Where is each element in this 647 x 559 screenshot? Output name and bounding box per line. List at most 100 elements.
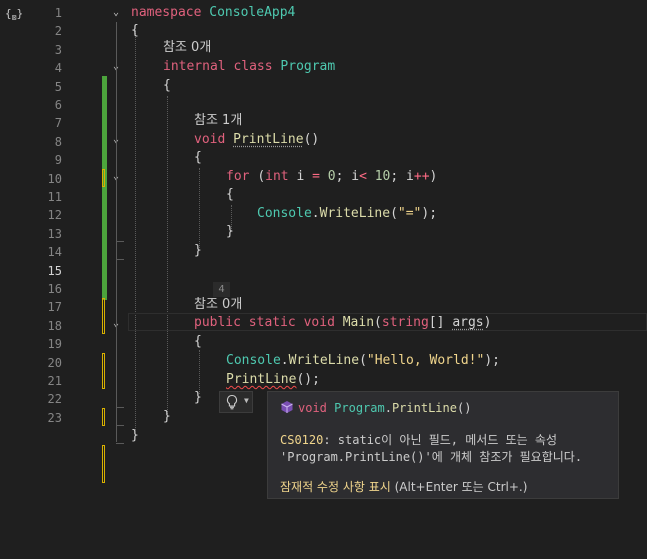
brace: { [194,150,202,165]
keyword: namespace [131,5,202,20]
fold-end [116,241,124,242]
code-line-19[interactable]: } [194,389,202,407]
line-number: 21 [47,374,62,388]
line-number: 13 [47,226,62,241]
fold-end [116,443,124,444]
code-line-16[interactable]: { [194,333,202,351]
code-line-9[interactable]: { [226,186,234,204]
operator: < [359,169,367,184]
line-number: 1 [54,6,62,20]
lightbulb-icon [226,394,238,410]
line-number: 14 [47,245,62,260]
paren: ( [359,353,367,368]
line-number: 8 [54,134,62,149]
paren: ); [421,206,438,221]
line-number: 16 [47,282,62,296]
indent-guide [135,30,136,430]
brace: } [226,224,234,239]
dot: . [280,353,289,368]
keyword: void [298,401,327,415]
reference-count-badge[interactable]: 4 [213,282,230,297]
line-number: 10 [47,171,62,186]
show-potential-fixes-link[interactable]: 잠재적 수정 사항 표시 [280,480,391,494]
method-name: WriteLine [319,206,391,221]
error-text-line2: 'Program.PrintLine()'에 개체 참조가 필요합니다. [280,450,583,464]
line-number: 9 [54,153,62,168]
code-line-17[interactable]: Console.WriteLine("Hello, World!"); [226,352,500,370]
keyword: for [226,169,250,184]
code-line-18[interactable]: PrintLine(); [226,371,320,389]
code-lens-references[interactable]: 참조 0개 [194,296,242,314]
paren: ); [484,353,500,368]
chevron-down-icon[interactable]: ⌄ [110,7,122,19]
quick-info-tooltip: void Program.PrintLine() CS0120: static이… [267,391,619,499]
code-lens-references[interactable]: 참조 1개 [194,112,242,130]
code-line-3[interactable]: internal class Program [163,58,335,76]
line-number: 20 [47,355,62,370]
line-number: 11 [47,190,62,204]
operator: ++ [413,169,430,184]
quick-fix-row: 잠재적 수정 사항 표시 (Alt+Enter 또는 Ctrl+.) [280,478,527,495]
dropdown-arrow-icon[interactable]: ▼ [244,396,249,405]
string-literal: "Hello, World!" [366,353,485,368]
separator: ; i [390,169,414,184]
paren: ) [429,169,438,184]
code-line-2[interactable]: { [131,22,139,40]
code-line-10[interactable]: Console.WriteLine("="); [257,205,437,223]
code-line-4[interactable]: { [163,77,171,95]
code-lens-references[interactable]: 참조 0개 [163,39,211,57]
indent-guide [199,168,200,248]
method-name: PrintLine [391,401,457,415]
line-number: 6 [54,98,62,112]
code-line-12[interactable]: } [194,242,202,260]
string-literal: "=" [397,206,422,221]
error-text-line1: : static이 아닌 필드, 메서드 또는 속성 [323,433,557,447]
line-number: 5 [54,79,62,94]
line-number: 23 [47,410,62,425]
code-line-20[interactable]: } [163,408,171,426]
indent-guide [167,96,168,414]
method-cube-icon [281,401,293,413]
line-number: 18 [47,318,62,333]
number: 0 [319,169,336,184]
change-bar-saved [102,76,107,300]
indent-guide [199,350,200,394]
brace: { [163,78,171,93]
change-bar-unsaved [102,408,105,426]
variable: i [288,169,313,184]
keyword: int [265,169,289,184]
type-name: Console [257,206,312,221]
dot: . [311,206,320,221]
number: 10 [366,169,391,184]
code-line-7[interactable]: { [194,149,202,167]
fold-end [116,259,124,260]
lightbulb-button[interactable]: ▼ [219,391,253,413]
method-name: PrintLine [233,132,304,147]
change-bar-unsaved [102,298,105,334]
class-name: Program [280,59,336,74]
error-code: CS0120 [280,433,324,447]
paren: ( [390,206,398,221]
code-line-11[interactable]: } [226,223,234,241]
line-number: 4 [54,61,62,76]
line-number: 12 [47,208,62,223]
change-bar-unsaved [102,445,105,483]
code-line-8[interactable]: for (int i = 0; i< 10; i++) [226,168,437,186]
code-line-15[interactable]: public static void Main(string[] args) [194,314,491,332]
keyword: public [194,315,241,330]
change-bar-unsaved [102,353,105,389]
line-number: 2 [54,24,62,39]
code-line-1[interactable]: namespace ConsoleApp4 [131,4,295,22]
brace: } [194,390,202,405]
code-line-21[interactable]: } [131,427,139,445]
operator: = [312,169,320,184]
dot: . [384,401,392,415]
separator: ; i [335,169,360,184]
line-number: 15 [47,263,62,278]
method-signature: void Program.PrintLine() [280,400,471,415]
paren: ( [257,169,266,184]
method-name: Main [342,315,375,330]
code-line-6[interactable]: void PrintLine() [194,131,319,149]
namespace-name: ConsoleApp4 [209,5,296,20]
method-call-error[interactable]: PrintLine [226,372,296,387]
